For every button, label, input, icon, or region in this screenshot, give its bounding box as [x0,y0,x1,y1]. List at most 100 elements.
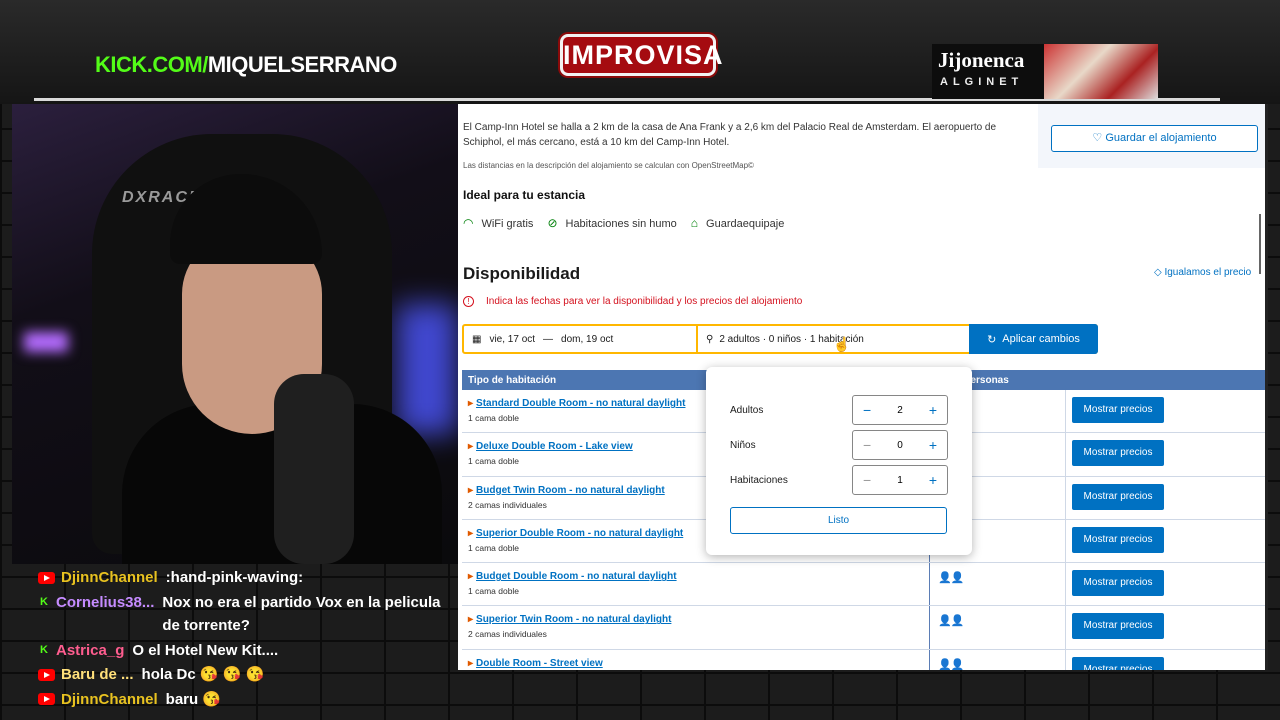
neon-light [24,332,68,352]
price-cell: Mostrar precios [1066,650,1164,670]
neon-light-blue [397,304,457,434]
no-smoking-icon: ⊘ [547,216,558,230]
chat-username-text: Astrica_g [56,641,125,659]
chat-message-text: hola Dc 😘 😘 😘 [141,666,265,683]
microphone [274,374,354,564]
table-row: Superior Twin Room - no natural daylight… [462,606,1265,650]
minus-icon[interactable]: − [863,437,871,453]
show-prices-button[interactable]: Mostrar precios [1072,526,1164,553]
wifi-icon: ◠ [463,216,474,230]
youtube-icon [38,693,55,705]
webcam-feed: DXRACER [12,104,458,564]
kick-icon: K [40,644,48,656]
plus-icon[interactable]: + [929,437,937,453]
chat-message: K Cornelius38... Nox no era el partido Vox… [38,591,458,638]
chat-username-text: DjinnChannel [61,690,158,708]
sponsor-sub: ALGINET [940,76,1024,88]
room-name-link[interactable]: Superior Twin Room - no natural daylight [468,614,929,625]
kick-channel-name: MIQUELSERRANO [207,52,398,77]
price-cell: Mostrar precios [1066,520,1164,562]
persons-cell: 👤👤 [930,563,1066,606]
facility-label: Habitaciones sin humo [565,218,677,230]
facility-wifi: ◠ WiFi gratis [463,216,533,230]
children-label: Niños [730,439,756,451]
persons-cell: 👤👤 [930,606,1066,649]
chat-username: DjinnChannel [38,688,158,708]
sponsor-name: Jijonenca [938,48,1025,72]
chat-username-text: Cornelius38... [56,593,155,611]
room-cell: Double Room - Street view [462,649,930,670]
room-name-link[interactable]: Double Room - Street view [468,658,929,669]
facilities-list: ◠ WiFi gratis ⊘ Habitaciones sin humo ⌂ Gua… [463,216,784,230]
rooms-label: Habitaciones [730,474,788,486]
apply-label: Aplicar cambios [1002,333,1080,345]
plus-icon[interactable]: + [929,472,937,488]
bed-info: 1 cama doble [468,586,520,597]
show-prices-button[interactable]: Mostrar precios [1072,613,1164,640]
luggage-icon: ⌂ [690,216,699,230]
price-cell: Mostrar precios [1066,606,1164,648]
show-prices-button[interactable]: Mostrar precios [1072,483,1164,510]
date-picker[interactable]: ▦ vie, 17 oct — dom, 19 oct [464,326,698,352]
chat-username-text: DjinnChannel [61,569,158,586]
chat-username: DjinnChannel [38,566,158,586]
sponsor-banner: Jijonenca ALGINET [932,44,1158,99]
warning-text: Indica las fechas para ver la disponibil… [486,296,803,307]
chat-username: K Astrica_g [38,639,124,659]
table-row: Double Room - Street view👤👤 Mostrar preci… [462,649,1265,670]
chat-message-text: baru 😘 [165,690,222,708]
chat-username: Baru de ... [38,663,134,683]
facility-luggage: ⌂ Guardaequipaje [691,216,785,230]
show-prices-button[interactable]: Mostrar precios [1072,440,1164,467]
save-property-button[interactable]: ♡ Guardar el alojamiento [1051,125,1258,152]
chat-message: K Astrica_g O el Hotel New Kit.... [38,639,458,663]
improvisa-logo: IMPROVISA [560,34,723,76]
scrollbar[interactable] [1259,214,1261,274]
adults-label: Adultos [730,404,764,416]
minus-icon[interactable]: − [863,402,871,418]
price-match-label: Igualamos el precio [1164,267,1252,278]
adults-stepper: − 2 + [852,395,948,425]
show-prices-button[interactable]: Mostrar precios [1072,656,1164,670]
done-button[interactable]: Listo [730,507,947,534]
room-name-link[interactable]: Budget Double Room - no natural daylight [468,571,929,582]
kick-prefix: KICK.COM/ [95,52,208,77]
chat-message: Baru de ... hola Dc 😘 😘 😘 [38,663,458,687]
person-icon: ⚲ [706,333,714,345]
price-match-link[interactable]: ◇ Igualamos el precio [1154,267,1251,278]
chat-message-text: O el Hotel New Kit.... [132,641,279,659]
minus-icon[interactable]: − [863,472,871,488]
chat-message-text: :hand-pink-waving: [165,569,304,586]
price-cell: Mostrar precios [1066,433,1164,475]
distance-note: Las distancias en la descripción del alo… [463,161,754,170]
show-prices-button[interactable]: Mostrar precios [1072,570,1164,597]
youtube-icon [38,668,55,681]
price-cell: Mostrar precios [1066,563,1164,605]
plus-icon[interactable]: + [929,402,937,418]
checkin-date: vie, 17 oct [489,333,536,345]
date-separator: — [543,333,554,345]
adults-value: 2 [897,404,903,416]
chat-message: DjinnChannel :hand-pink-waving: [38,566,458,590]
calendar-icon: ▦ [472,333,482,345]
room-cell: Budget Double Room - no natural daylight… [462,563,930,606]
refresh-icon: ↻ [987,333,997,346]
guests-popup: Adultos − 2 + Niños − 0 + Habitaciones −… [706,367,972,555]
rooms-stepper: − 1 + [852,465,948,495]
sponsor-photo [1044,44,1158,99]
date-warning: ! Indica las fechas para ver la disponibi… [463,296,802,307]
facility-label: Guardaequipaje [706,218,785,230]
price-cell: Mostrar precios [1066,390,1164,432]
ideal-title: Ideal para tu estancia [463,188,586,202]
children-row: Niños − 0 + [730,430,948,460]
show-prices-button[interactable]: Mostrar precios [1072,397,1164,423]
children-value: 0 [897,439,903,451]
booking-page[interactable]: El Camp-Inn Hotel se halla a 2 km de la … [458,104,1268,670]
persons-cell: 👤👤 [930,649,1066,670]
room-cell: Superior Twin Room - no natural daylight… [462,606,930,649]
chat-message-text: Nox no era el partido Vox en la pelicula… [162,593,441,635]
children-stepper: − 0 + [852,430,948,460]
apply-changes-button[interactable]: ↻ Aplicar cambios [969,324,1098,354]
live-chat: DjinnChannel:hand-pink-waving: K Cornelius… [38,566,458,712]
adults-row: Adultos − 2 + [730,395,948,425]
